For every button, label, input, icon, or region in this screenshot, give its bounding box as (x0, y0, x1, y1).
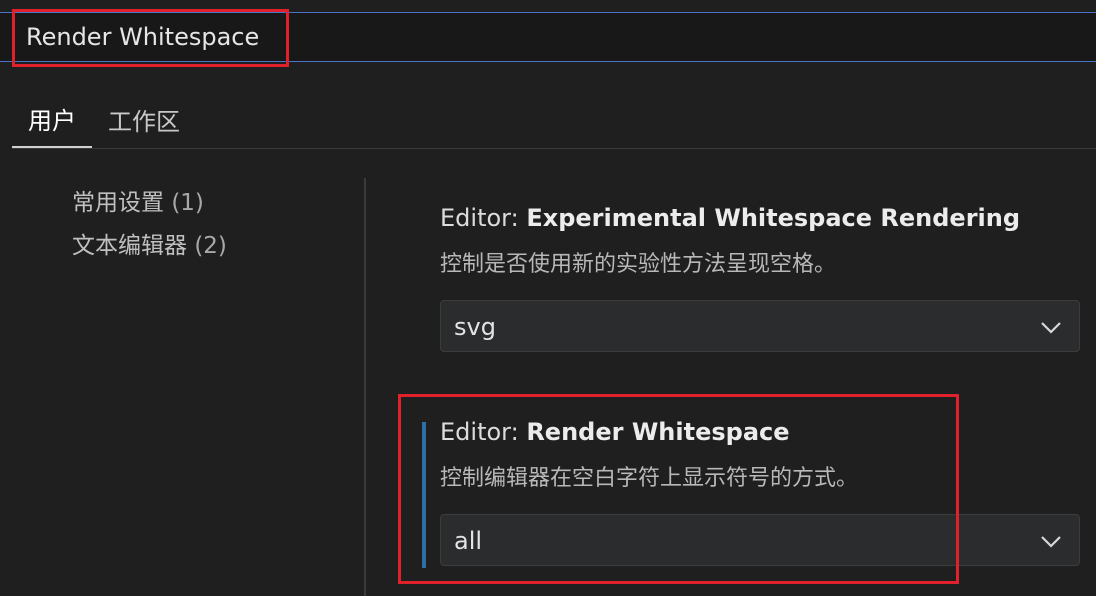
modified-indicator (422, 422, 426, 568)
settings-toc: 常用设置 (1) 文本编辑器 (2) (72, 182, 227, 268)
toc-item-label: 常用设置 (72, 190, 164, 216)
setting-description: 控制是否使用新的实验性方法呈现空格。 (440, 252, 837, 277)
chevron-down-icon (1041, 536, 1061, 548)
setting-category: Editor: (440, 204, 527, 232)
setting-title: Editor: Experimental Whitespace Renderin… (440, 204, 1080, 232)
settings-scope-tabs: 用户 工作区 (12, 90, 196, 148)
select-value: svg (454, 313, 496, 341)
tab-user[interactable]: 用户 (12, 90, 92, 148)
setting-name: Render Whitespace (526, 418, 790, 446)
chevron-down-icon (1041, 322, 1061, 334)
toc-item-count: (2) (194, 233, 227, 259)
settings-search-bar (0, 12, 1096, 62)
setting-title: Editor: Render Whitespace (440, 418, 1080, 446)
settings-editor: 用户 工作区 常用设置 (1) 文本编辑器 (2) Editor: Experi… (0, 0, 1096, 596)
setting-category: Editor: (440, 418, 527, 446)
toc-divider (364, 178, 366, 596)
setting-experimental-whitespace-rendering: Editor: Experimental Whitespace Renderin… (440, 204, 1080, 352)
experimental-whitespace-rendering-select[interactable]: svg (440, 300, 1080, 352)
setting-description: 控制编辑器在空白字符上显示符号的方式。 (440, 466, 859, 491)
toc-item-text-editor[interactable]: 文本编辑器 (2) (72, 225, 227, 268)
setting-render-whitespace: Editor: Render Whitespace 控制编辑器在空白字符上显示符… (440, 418, 1080, 566)
tab-divider (12, 148, 1096, 149)
setting-name: Experimental Whitespace Rendering (526, 204, 1021, 232)
toc-item-count: (1) (171, 190, 204, 216)
tab-workspace[interactable]: 工作区 (92, 90, 196, 148)
select-value: all (454, 527, 483, 555)
settings-search-input[interactable] (0, 13, 1096, 61)
render-whitespace-select[interactable]: all (440, 514, 1080, 566)
toc-item-common[interactable]: 常用设置 (1) (72, 182, 227, 225)
toc-item-label: 文本编辑器 (72, 233, 187, 259)
